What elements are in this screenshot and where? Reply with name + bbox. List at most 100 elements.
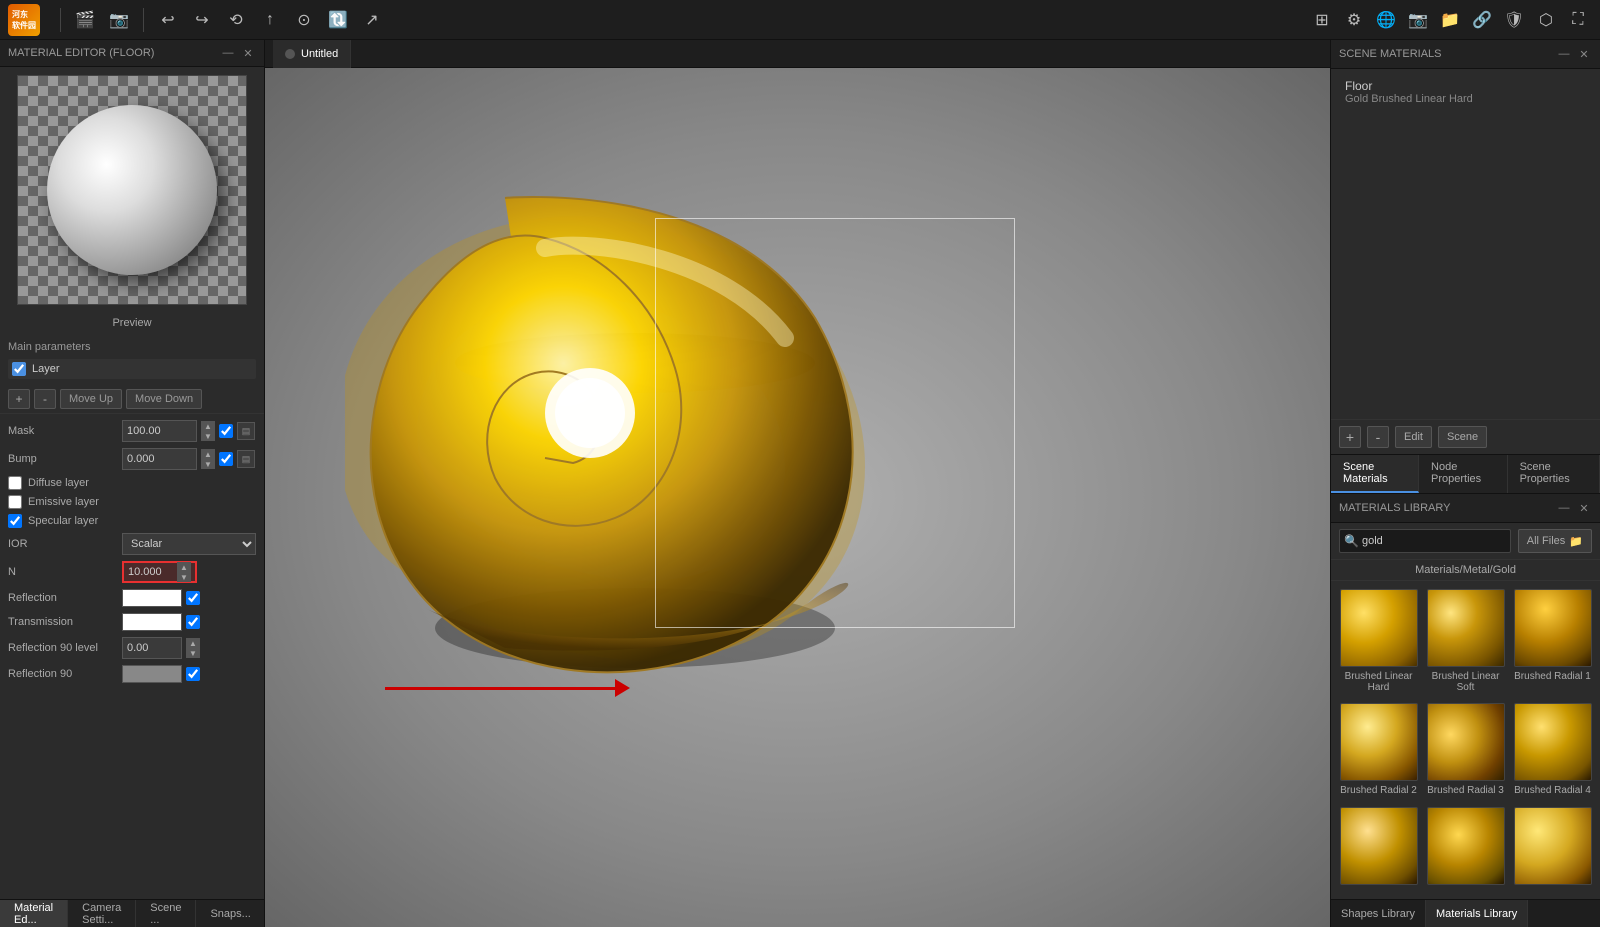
- mask-arrows[interactable]: ▲ ▼: [201, 421, 215, 441]
- refl90-level-label: Reflection 90 level: [8, 642, 118, 654]
- n-input[interactable]: 10.000 ▲ ▼: [122, 561, 197, 583]
- toolbar-undo-btn[interactable]: ↩: [154, 6, 182, 34]
- layer-controls: + - Move Up Move Down: [0, 385, 264, 414]
- toolbar-settings-btn[interactable]: ⚙: [1340, 6, 1368, 34]
- toolbar-reset-btn[interactable]: ⟲: [222, 6, 250, 34]
- reflection-checkbox[interactable]: [186, 591, 200, 605]
- specular-checkbox[interactable]: [8, 514, 22, 528]
- bump-up[interactable]: ▲: [201, 449, 215, 459]
- scene-mat-item-floor[interactable]: Floor Gold Brushed Linear Hard: [1339, 75, 1592, 109]
- mat-label-5: Brushed Radial 3: [1427, 785, 1504, 796]
- panel-close-btn[interactable]: ✕: [240, 45, 256, 61]
- tab-material-editor[interactable]: Material Ed...: [0, 900, 68, 927]
- panel-minus-btn[interactable]: —: [220, 45, 236, 61]
- refl90-level-up[interactable]: ▲: [186, 638, 200, 648]
- emissive-checkbox[interactable]: [8, 495, 22, 509]
- materials-library-path: Materials/Metal/Gold: [1331, 560, 1600, 581]
- tab-camera-settings[interactable]: Camera Setti...: [68, 900, 136, 927]
- mat-grid-item-6[interactable]: Brushed Radial 4: [1513, 703, 1592, 798]
- refl90-swatch[interactable]: [122, 665, 182, 683]
- viewport-canvas[interactable]: [265, 68, 1330, 927]
- scene-mat-close-btn[interactable]: ✕: [1576, 46, 1592, 62]
- materials-search-input[interactable]: [1339, 529, 1511, 553]
- toolbar-camera-btn[interactable]: 📷: [1404, 6, 1432, 34]
- mat-grid-item-4[interactable]: Brushed Radial 2: [1339, 703, 1418, 798]
- toolbar-export-btn[interactable]: ↗: [358, 6, 386, 34]
- ior-select[interactable]: Scalar: [122, 533, 256, 555]
- refl90-level-input[interactable]: 0.00: [122, 637, 182, 659]
- bottom-tabs: Material Ed... Camera Setti... Scene ...…: [0, 899, 264, 927]
- layer-move-down-btn[interactable]: Move Down: [126, 389, 202, 409]
- toolbar-expand-btn[interactable]: ⛶: [1564, 6, 1592, 34]
- app-logo: 河东软件园: [8, 4, 40, 36]
- tab-node-properties[interactable]: Node Properties: [1419, 455, 1508, 493]
- viewport-indicator: [285, 49, 295, 59]
- layer-remove-btn[interactable]: -: [34, 389, 56, 409]
- bump-color-btn[interactable]: ▤: [237, 450, 255, 468]
- n-down[interactable]: ▼: [177, 572, 191, 582]
- scene-mat-scene-btn[interactable]: Scene: [1438, 426, 1487, 448]
- toolbar-net-btn[interactable]: 🔗: [1468, 6, 1496, 34]
- mat-item-name: Floor: [1345, 79, 1586, 93]
- refl90-checkbox[interactable]: [186, 667, 200, 681]
- scene-mat-add-btn[interactable]: +: [1339, 426, 1361, 448]
- bump-checkbox[interactable]: [219, 452, 233, 466]
- toolbar-icon-1[interactable]: ⊞: [1308, 6, 1336, 34]
- toolbar-capture-btn[interactable]: 📷: [105, 6, 133, 34]
- mat-lib-minus-btn[interactable]: —: [1556, 500, 1572, 516]
- scene-mat-minus-btn[interactable]: —: [1556, 46, 1572, 62]
- bump-arrows[interactable]: ▲ ▼: [201, 449, 215, 469]
- n-arrows[interactable]: ▲ ▼: [177, 562, 191, 582]
- reflection-swatch[interactable]: [122, 589, 182, 607]
- mat-grid-item-5[interactable]: Brushed Radial 3: [1426, 703, 1505, 798]
- transmission-swatch[interactable]: [122, 613, 182, 631]
- transmission-checkbox[interactable]: [186, 615, 200, 629]
- layer-add-btn[interactable]: +: [8, 389, 30, 409]
- material-preview: [17, 75, 247, 305]
- mask-checkbox[interactable]: [219, 424, 233, 438]
- mat-grid-item-1[interactable]: Brushed Linear Hard: [1339, 589, 1418, 695]
- filter-all-files-btn[interactable]: All Files 📁: [1518, 529, 1592, 553]
- refl90-level-down[interactable]: ▼: [186, 648, 200, 658]
- n-up[interactable]: ▲: [177, 562, 191, 572]
- toolbar-circle-btn[interactable]: ⊙: [290, 6, 318, 34]
- toolbar-rotate-btn[interactable]: 🔃: [324, 6, 352, 34]
- bump-row: Bump 0.000 ▲ ▼ ▤: [8, 448, 256, 470]
- toolbar-redo-btn[interactable]: ↪: [188, 6, 216, 34]
- bump-down[interactable]: ▼: [201, 459, 215, 469]
- mat-grid-item-3[interactable]: Brushed Radial 1: [1513, 589, 1592, 695]
- layer-move-up-btn[interactable]: Move Up: [60, 389, 122, 409]
- toolbar-folder-btn[interactable]: 📁: [1436, 6, 1464, 34]
- mat-lib-close-btn[interactable]: ✕: [1576, 500, 1592, 516]
- toolbar-shield-btn[interactable]: 🛡: [1500, 6, 1528, 34]
- tab-materials-library[interactable]: Materials Library: [1426, 900, 1528, 927]
- mask-input[interactable]: 100.00: [122, 420, 197, 442]
- mask-up[interactable]: ▲: [201, 421, 215, 431]
- bump-input[interactable]: 0.000: [122, 448, 197, 470]
- diffuse-row: Diffuse layer: [8, 476, 256, 490]
- toolbar-shape-btn[interactable]: ⬡: [1532, 6, 1560, 34]
- mat-grid-item-9[interactable]: [1513, 807, 1592, 891]
- tab-scene-properties[interactable]: Scene Properties: [1508, 455, 1600, 493]
- mat-grid-item-2[interactable]: Brushed Linear Soft: [1426, 589, 1505, 695]
- viewport-tab-untitled[interactable]: Untitled: [273, 40, 351, 68]
- refl90-row: Reflection 90: [8, 665, 256, 683]
- tab-shapes-library[interactable]: Shapes Library: [1331, 900, 1426, 927]
- mat-grid-item-8[interactable]: [1426, 807, 1505, 891]
- toolbar-globe-btn[interactable]: 🌐: [1372, 6, 1400, 34]
- toolbar-video-btn[interactable]: 🎬: [71, 6, 99, 34]
- tab-scene[interactable]: Scene ...: [136, 900, 196, 927]
- tab-scene-materials[interactable]: Scene Materials: [1331, 455, 1419, 493]
- layer-checkbox[interactable]: [12, 362, 26, 376]
- mask-color-btn[interactable]: ▤: [237, 422, 255, 440]
- diffuse-checkbox[interactable]: [8, 476, 22, 490]
- scene-mat-remove-btn[interactable]: -: [1367, 426, 1389, 448]
- mat-grid-item-7[interactable]: [1339, 807, 1418, 891]
- refl90-level-arrows[interactable]: ▲ ▼: [186, 638, 200, 658]
- refl90-level-row: Reflection 90 level 0.00 ▲ ▼: [8, 637, 256, 659]
- toolbar-up-btn[interactable]: ↑: [256, 6, 284, 34]
- scene-mat-edit-btn[interactable]: Edit: [1395, 426, 1432, 448]
- tab-snaps[interactable]: Snaps...: [196, 900, 265, 927]
- mask-down[interactable]: ▼: [201, 431, 215, 441]
- toolbar-separator-2: [143, 8, 144, 32]
